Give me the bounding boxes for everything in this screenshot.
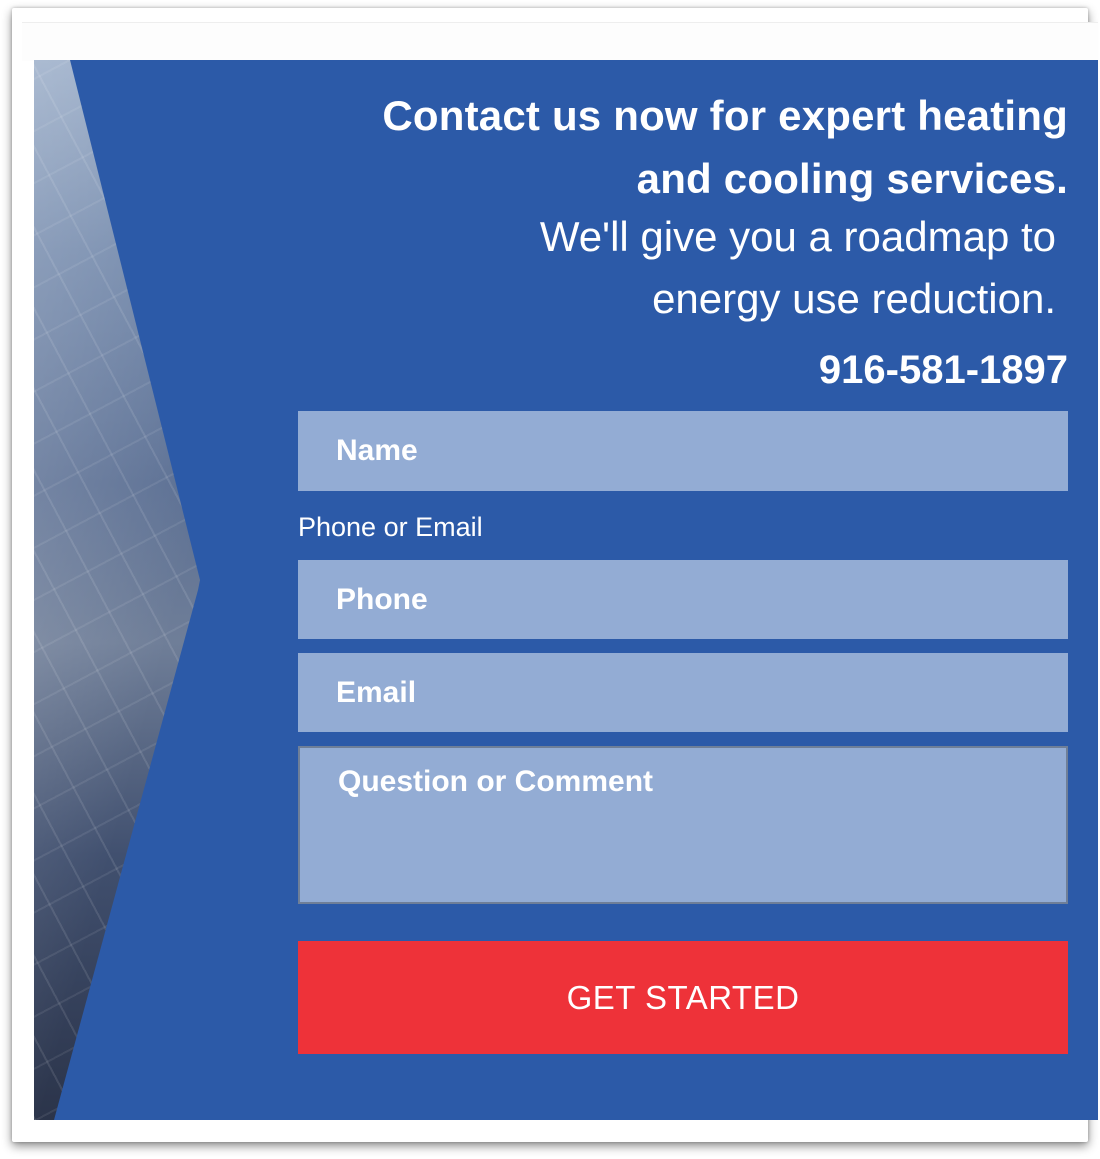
phone-number: 916-581-1897	[818, 348, 1068, 392]
name-input[interactable]	[298, 411, 1068, 491]
heading-line-1: Contact us now for expert heating	[382, 92, 1068, 139]
phone-input[interactable]	[298, 560, 1068, 639]
heading-line-2: and cooling services.	[636, 155, 1068, 202]
subheading-line-2: energy use reduction.	[652, 275, 1056, 322]
contact-heading: Contact us now for expert heating and co…	[288, 84, 1068, 210]
contact-subheading: We'll give you a roadmap to energy use r…	[356, 206, 1056, 330]
comment-textarea[interactable]	[298, 746, 1068, 904]
get-started-button[interactable]: GET STARTED	[298, 941, 1068, 1054]
phone-or-email-label: Phone or Email	[298, 512, 483, 542]
contact-panel: Contact us now for expert heating and co…	[34, 60, 1098, 1120]
subheading-line-1: We'll give you a roadmap to	[539, 213, 1056, 260]
photo-glare	[34, 60, 200, 1120]
email-input[interactable]	[298, 653, 1068, 732]
top-band	[22, 22, 1098, 61]
